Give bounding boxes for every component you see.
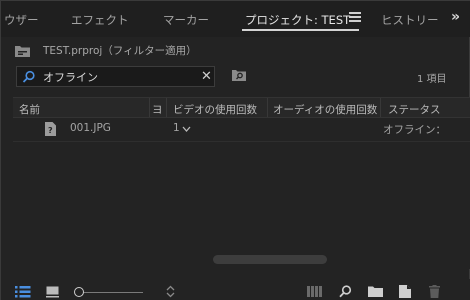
clip-status: オフライン： xyxy=(383,124,446,136)
trash-icon[interactable] xyxy=(429,285,440,298)
tab-markers[interactable]: マーカー xyxy=(163,12,209,28)
search-box[interactable]: ✕ xyxy=(16,66,215,87)
column-divider[interactable] xyxy=(166,98,167,117)
search-input[interactable] xyxy=(43,68,193,85)
offline-file-icon: ? xyxy=(45,122,56,136)
column-divider[interactable] xyxy=(149,98,150,117)
column-divider[interactable] xyxy=(267,98,268,117)
svg-text:?: ? xyxy=(48,126,53,135)
column-header-name[interactable]: 名前 xyxy=(19,102,40,117)
column-divider[interactable] xyxy=(380,98,381,117)
zoom-slider-track[interactable] xyxy=(83,292,143,293)
zoom-slider-handle[interactable] xyxy=(74,287,84,297)
project-table: 名前 ヨ ビデオの使用回数 オーディオの使用回数 ステータス ? 001.JPG… xyxy=(13,97,470,269)
column-header-audio-usage[interactable]: オーディオの使用回数 xyxy=(273,102,377,117)
table-row[interactable]: ? 001.JPG 1 オフライン： xyxy=(13,120,470,139)
tab-effects[interactable]: エフェクト xyxy=(71,12,129,28)
project-name: TEST.prproj（フィルター適用） xyxy=(43,45,197,57)
new-item-icon[interactable] xyxy=(399,285,411,298)
column-header-status[interactable]: ステータス xyxy=(388,102,441,117)
bottom-toolbar xyxy=(1,279,470,300)
item-count: 1 項目 xyxy=(417,74,447,85)
sort-icon[interactable] xyxy=(166,285,175,298)
chevron-down-icon[interactable] xyxy=(182,126,191,132)
column-header-video-usage[interactable]: ビデオの使用回数 xyxy=(173,102,257,117)
icon-view-icon[interactable] xyxy=(46,286,59,298)
tab-history[interactable]: ヒストリー xyxy=(381,12,439,28)
horizontal-scrollbar[interactable] xyxy=(213,255,327,264)
tab-bar: ウザー エフェクト マーカー プロジェクト: TEST ヒストリー » xyxy=(1,1,470,37)
tab-overflow-icon[interactable]: » xyxy=(451,9,460,25)
column-header-truncated[interactable]: ヨ xyxy=(152,102,164,117)
active-tab-indicator xyxy=(242,29,359,31)
row-divider xyxy=(13,141,470,142)
automate-to-sequence-icon[interactable] xyxy=(307,286,323,297)
project-folder-icon xyxy=(15,46,30,57)
table-header: 名前 ヨ ビデオの使用回数 オーディオの使用回数 ステータス xyxy=(13,97,470,118)
project-panel: ウザー エフェクト マーカー プロジェクト: TEST ヒストリー » TEST… xyxy=(0,0,470,300)
clip-name: 001.JPG xyxy=(70,122,111,134)
video-usage-count[interactable]: 1 xyxy=(173,122,180,134)
search-icon xyxy=(22,70,35,83)
new-search-bin-icon[interactable] xyxy=(232,69,246,81)
tab-browser[interactable]: ウザー xyxy=(4,12,39,28)
list-view-icon[interactable] xyxy=(15,286,31,298)
tab-menu-icon[interactable] xyxy=(349,12,361,24)
clear-search-icon[interactable]: ✕ xyxy=(201,69,212,84)
find-icon[interactable] xyxy=(339,285,352,298)
new-bin-icon[interactable] xyxy=(368,286,383,297)
tab-project[interactable]: プロジェクト: TEST xyxy=(245,12,350,28)
